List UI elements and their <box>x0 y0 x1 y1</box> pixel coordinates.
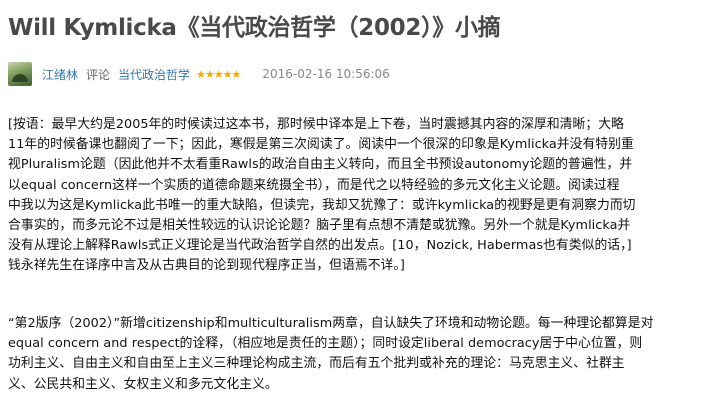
work-link[interactable]: 当代政治哲学 <box>118 66 190 83</box>
paragraph-line: 中我以为这是Kymlicka此书唯一的重大缺陷，但读完，我却又犹豫了：或许kym… <box>8 197 636 213</box>
paragraph-line: 钱永祥先生在译序中言及从古典目的论到现代程序正当，但语焉不详。] <box>8 258 405 274</box>
paragraph-line: 11年的时候备课也翻阅了一下；因此，寒假是第三次阅读了。阅读中一个很深的印象是K… <box>8 137 634 153</box>
action-label: 评论 <box>86 67 111 82</box>
paragraph-line: 功利主义、自由主义和自由至上主义三种理论构成主流，而后有五个批判或补充的理论：马… <box>8 356 625 372</box>
paragraph-line: 视Pluralism论题（因此他并不太看重Rawls的政治自由主义转向，而且全书… <box>8 157 633 173</box>
rating-stars: ★★★★★ <box>196 67 241 81</box>
paragraph-line: 以equal concern这样一个实质的道德命题来统摄全书），而是代之以特经验… <box>8 177 620 193</box>
avatar[interactable] <box>8 62 32 86</box>
review-paragraph-2: “第2版序（2002）”新增citizenship和multiculturali… <box>8 314 698 395</box>
review-timestamp: 2016-02-16 10:56:06 <box>262 67 390 81</box>
paragraph-line: “第2版序（2002）”新增citizenship和multiculturali… <box>8 316 654 331</box>
paragraph-line: [按语：最早大约是2005年的时候读过这本书，那时候中译本是上下卷，当时震撼其内… <box>8 117 624 132</box>
page-title: Will Kymlicka《当代政治哲学（2002）》小摘 <box>8 15 501 41</box>
paragraph-line: 合事实的，而多元论不过是相关性较远的认识论论题？脑子里有点想不清楚或犹豫。另外一… <box>8 218 631 234</box>
paragraph-line: 没有从理论上解释Rawls式正义理论是当代政治哲学自然的出发点。[10，Nozi… <box>8 238 632 254</box>
review-meta: 江绪林 评论 当代政治哲学 ★★★★★ 2016-02-16 10:56:06 <box>8 62 698 86</box>
paragraph-line: 义、公民共和主义、女权主义和多元文化主义。 <box>8 376 278 392</box>
review-paragraph-1: [按语：最早大约是2005年的时候读过这本书，那时候中译本是上下卷，当时震撼其内… <box>8 115 698 277</box>
author-link[interactable]: 江绪林 <box>42 66 78 83</box>
paragraph-line: equal concern and respect的诠释，（相应地是责任的主题）… <box>8 336 643 352</box>
